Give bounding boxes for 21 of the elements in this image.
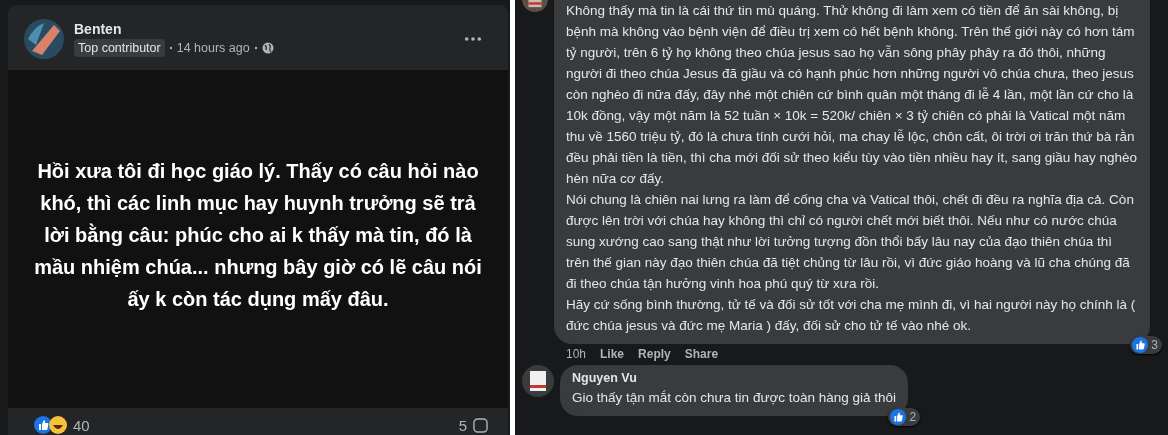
author-name[interactable]: Benten bbox=[74, 21, 464, 37]
globe-icon bbox=[261, 42, 274, 54]
more-icon[interactable] bbox=[464, 36, 482, 42]
post-text: Hồi xưa tôi đi học giáo lý. Thấy có câu hỏi nào khó, thì các linh mục hay huynh trưởng sẽ trả lời bằng câu: phúc cho ai k thấy mà tin, đó là mầu nhiệm chúa... nhưng bây giờ có lẽ câu nói ấy k còn tác dụng mấy đâu. bbox=[33, 159, 483, 312]
post-time[interactable]: 14 hours ago bbox=[176, 41, 250, 55]
haha-reaction-icon bbox=[49, 416, 67, 434]
reaction-count[interactable]: 40 bbox=[73, 416, 90, 434]
comment-text: Không thấy mà tin là cái thứ tin mù quáng. Thử không đi làm xem có tiền để ăn sài không, bị bệnh mà không vào bệnh viện để điều trị xem có hết bệnh không. Trên thế giới này có hơn tám tỷ người, trên 6 tỷ họ không theo chúa jesus sao họ vẫn sông phây phây ra đó thôi, những người đi theo chúa Jesus đã giầu và có hạnh phúc hơn những người vô chúa chưa, theo jesus còn nghèo đi nữa đấy, đây nhé một chiên cứ bình quân một tháng đi lễ 4 lần, một lần cứ cho là 10k đồng, vậy một năm là 52 tuần × 10k = 520k/ chiên × 3 tỷ chiên có phải là Vatical một năm thu về 1560 triệu tỷ, đó là chưa tính cưới hỏi, ma chay lễ lộc, chôn cất, ôi trời ơi trăn thứ bà rằn đều phải tiền là tiền, thì cha mới đối sử theo kiểu tùy vào tiền nhiều hay ít, sang giầu hay nghèo hèn nữa cơ đấy. bbox=[566, 2, 1138, 188]
comment-icon[interactable] bbox=[473, 417, 488, 433]
contributor-badge: Top contributor bbox=[74, 39, 165, 57]
comment-action-link[interactable]: Share bbox=[684, 347, 719, 361]
comment-action-link[interactable]: Like bbox=[600, 347, 625, 361]
comment-text: Nói chung là chiên nai lưng ra làm để cống cha và Vatical thôi, chết đi đều ra nghĩa địa cả. Còn được lên trời với chúa hay không thì chỉ có người chết mới biết thôi. Nếu như có nước chúa sung xướng cao sang thật như lời tưởng tượng đồn thổi bấy lâu nay của đạo thiên chúa thì trên thế gian này đạo thiên chúa đã tiệt chủng từ lâu rồi, vì đức giáo hoàng và lũ cha chúng đã đi theo chúa tận hưởng vinh hoa phú quý từ xưa rồi. bbox=[566, 191, 1135, 293]
commenter-name[interactable]: Nguyen Vu bbox=[572, 371, 897, 385]
comment-text: Hãy cứ sống bình thường, tử tế và đối sử tốt với cha mẹ mình đi, vì hai người này họ chính là ( đức chúa jesus và đức mẹ Maria ) đấy, đối sử cho tử tế vào nhé ok. bbox=[566, 296, 1137, 335]
reaction-badge[interactable]: 3 bbox=[1130, 336, 1162, 354]
comment-count[interactable]: 5 bbox=[458, 416, 467, 434]
comment-time[interactable]: 10h bbox=[566, 347, 587, 361]
reaction-badge[interactable]: 2 bbox=[888, 408, 921, 427]
comment-text: Gio thấy tận mắt còn chưa tin được toàn hàng giả thôi bbox=[572, 389, 897, 407]
comment-action-link[interactable]: Reply bbox=[638, 347, 671, 361]
